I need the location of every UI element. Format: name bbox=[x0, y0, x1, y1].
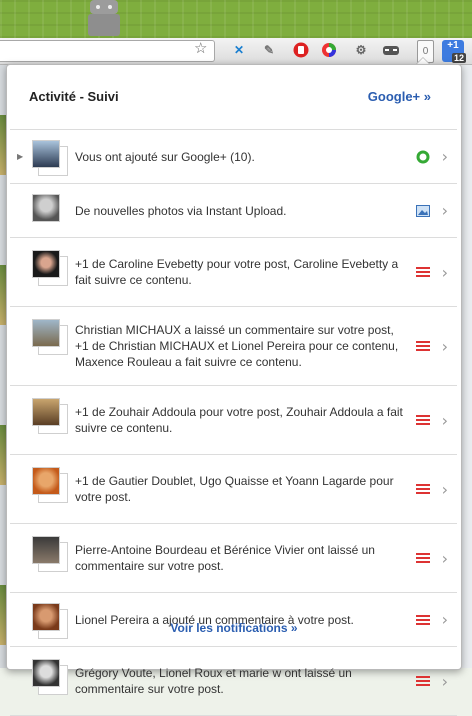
list-icon bbox=[415, 481, 431, 497]
notifications-popup: Activité - Suivi Google+ » ▶ Vous ont aj… bbox=[6, 64, 462, 716]
notification-item[interactable]: +1 de Gautier Doublet, Ugo Quaisse et Yo… bbox=[10, 455, 457, 524]
avatar bbox=[32, 250, 68, 286]
extension-pin-icon[interactable]: ✎ bbox=[260, 41, 278, 59]
avatar bbox=[32, 398, 68, 434]
notification-text: De nouvelles photos via Instant Upload. bbox=[75, 203, 287, 218]
notification-item[interactable]: +1 de Caroline Evebetty pour votre post,… bbox=[10, 238, 457, 307]
notification-item[interactable]: +1 de Zouhair Addoula pour votre post, Z… bbox=[10, 386, 457, 455]
extension-x-icon[interactable]: ✕ bbox=[230, 41, 248, 59]
badge-label: +1 bbox=[447, 40, 459, 51]
chevron-right-icon[interactable]: › bbox=[442, 480, 448, 499]
avatar bbox=[32, 194, 66, 228]
list-icon bbox=[415, 673, 431, 689]
avatar bbox=[32, 319, 68, 355]
avatar bbox=[32, 536, 68, 572]
avatar bbox=[32, 140, 68, 176]
list-icon bbox=[415, 550, 431, 566]
popup-header: Activité - Suivi Google+ » bbox=[7, 65, 461, 129]
notification-text: Grégory Voute, Lionel Roux et marie w on… bbox=[75, 666, 352, 696]
google-plus-link[interactable]: Google+ » bbox=[368, 89, 431, 104]
mask-icon[interactable] bbox=[382, 41, 400, 59]
notification-item[interactable]: De nouvelles photos via Instant Upload. … bbox=[10, 184, 457, 238]
chevron-right-icon[interactable]: › bbox=[442, 337, 448, 356]
chevron-right-icon[interactable]: › bbox=[442, 672, 448, 691]
page-banner bbox=[0, 0, 472, 38]
notification-text: +1 de Gautier Doublet, Ugo Quaisse et Yo… bbox=[75, 474, 394, 504]
expand-triangle-icon[interactable]: ▶ bbox=[17, 152, 23, 161]
notification-item[interactable]: Pierre-Antoine Bourdeau et Bérénice Vivi… bbox=[10, 524, 457, 593]
list-icon bbox=[415, 338, 431, 354]
chevron-right-icon[interactable]: › bbox=[442, 549, 448, 568]
chevron-right-icon[interactable]: › bbox=[442, 263, 448, 282]
notification-text: +1 de Caroline Evebetty pour votre post,… bbox=[75, 257, 399, 287]
avatar bbox=[32, 467, 68, 503]
notification-item[interactable]: Lionel Pereira a ajouté un commentaire à… bbox=[10, 593, 457, 647]
badge-count: 12 bbox=[451, 53, 466, 63]
popup-title: Activité - Suivi bbox=[29, 89, 119, 104]
notification-text: +1 de Zouhair Addoula pour votre post, Z… bbox=[75, 405, 403, 435]
notification-item[interactable]: Grégory Voute, Lionel Roux et marie w on… bbox=[10, 647, 457, 716]
list-icon bbox=[415, 264, 431, 280]
gplus-badge-icon[interactable]: +1 12 bbox=[442, 40, 466, 63]
avatar bbox=[32, 659, 68, 695]
notification-item[interactable]: ▶ Vous ont ajouté sur Google+ (10). › bbox=[10, 130, 457, 184]
chevron-right-icon[interactable]: › bbox=[442, 147, 448, 166]
chevron-right-icon[interactable]: › bbox=[442, 411, 448, 430]
notification-item[interactable]: Christian MICHAUX a laissé un commentair… bbox=[10, 307, 457, 386]
chevron-right-icon[interactable]: › bbox=[442, 201, 448, 220]
list-icon bbox=[415, 412, 431, 428]
bookmark-star-icon[interactable]: ☆ bbox=[194, 39, 207, 57]
notification-text: Vous ont ajouté sur Google+ (10). bbox=[75, 149, 255, 164]
address-bar[interactable] bbox=[0, 40, 215, 62]
stop-hand-icon[interactable] bbox=[292, 41, 310, 59]
photo-icon bbox=[415, 203, 431, 219]
see-notifications-link[interactable]: Voir les notifications » bbox=[7, 621, 461, 635]
notification-text: Christian MICHAUX a laissé un commentair… bbox=[75, 323, 399, 369]
browser-toolbar: ☆ ✕ ✎ ⚙ 0 +1 12 bbox=[0, 38, 472, 65]
android-logo-icon bbox=[88, 0, 120, 36]
gear-icon[interactable]: ⚙ bbox=[352, 41, 370, 59]
green-circle-icon bbox=[415, 149, 431, 165]
notification-text: Pierre-Antoine Bourdeau et Bérénice Vivi… bbox=[75, 543, 375, 573]
color-wheel-icon[interactable] bbox=[320, 41, 338, 59]
